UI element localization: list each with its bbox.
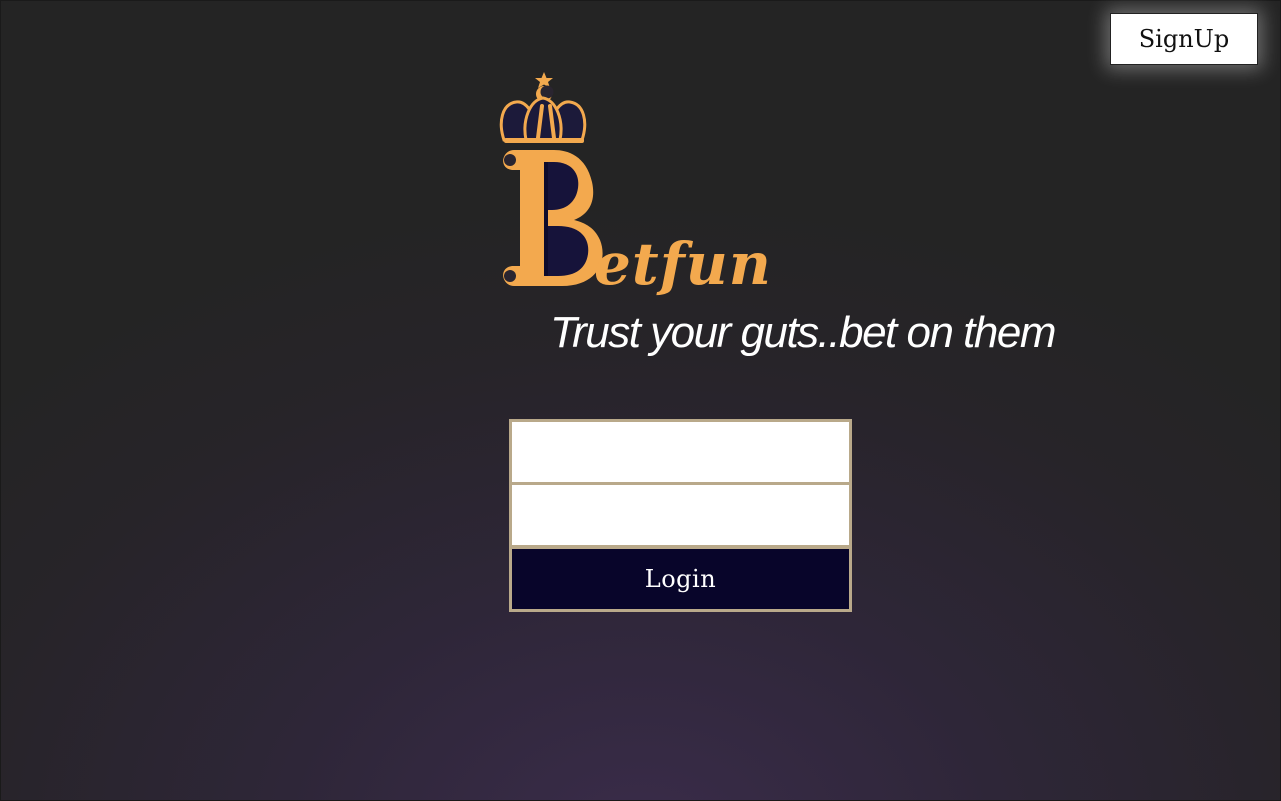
- login-button[interactable]: Login: [512, 549, 849, 609]
- tagline: Trust your guts..bet on them: [550, 308, 1057, 357]
- betfun-logo: etfun: [496, 70, 841, 315]
- b-letter-mark: [503, 150, 603, 286]
- logo-wordmark-text: etfun: [594, 230, 772, 298]
- username-field[interactable]: [512, 422, 849, 482]
- login-form: Login: [509, 419, 852, 612]
- betfun-logo-graphic: etfun: [499, 72, 772, 298]
- signup-button[interactable]: SignUp: [1110, 13, 1258, 65]
- password-field[interactable]: [512, 485, 849, 545]
- crown-icon: [499, 72, 587, 143]
